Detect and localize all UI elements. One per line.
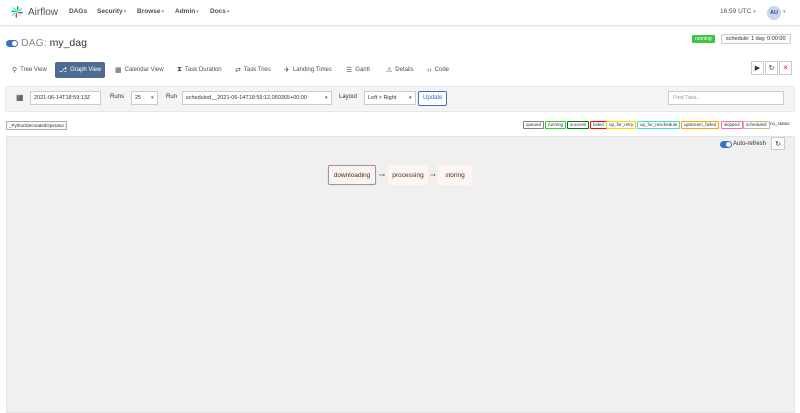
gantt-icon: ☰ (346, 67, 353, 74)
refresh-icon: ↻ (775, 140, 781, 148)
runs-value: 25 (135, 95, 142, 101)
tree-icon: ⚲ (12, 67, 18, 74)
tab-label: Tree View (20, 67, 47, 73)
warning-icon: ⚠ (386, 67, 393, 74)
run-value: scheduled__2021-06-14T18:59:12.050365+00… (186, 95, 307, 101)
edge-arrow (430, 174, 436, 176)
chevron-down-icon: ▾ (161, 9, 164, 15)
tab-label: Task Duration (184, 67, 222, 73)
legend-no-status: no_status (770, 121, 790, 126)
chevron-down-icon[interactable]: ▾ (783, 9, 786, 15)
tab-label: Details (395, 67, 414, 73)
auto-refresh-label: Auto-refresh (733, 141, 767, 147)
legend-scheduled: scheduled (743, 121, 770, 129)
nav-docs-label: Docs (210, 8, 226, 15)
edge-arrow (379, 174, 385, 176)
runs-label: Runs (110, 94, 125, 100)
tab-gantt[interactable]: ☰ Gantt (342, 62, 374, 78)
hourglass-icon: ⧗ (177, 66, 182, 73)
code-icon: ‹› (427, 66, 432, 74)
base-date-input[interactable]: 2021-06-14T18:59:13Z (30, 91, 101, 105)
graph-refresh-button[interactable]: ↻ (771, 137, 785, 150)
auto-refresh-toggle[interactable] (720, 141, 732, 148)
tab-details[interactable]: ⚠ Details (382, 62, 418, 78)
user-avatar[interactable]: AU (767, 6, 781, 20)
nav-browse[interactable]: Browse▾ (137, 8, 164, 15)
nav-browse-label: Browse (137, 8, 161, 15)
tab-label: Gantt (355, 67, 370, 73)
update-button[interactable]: Update (418, 91, 448, 106)
tab-code[interactable]: ‹› Code (423, 62, 453, 78)
plane-icon: ✈ (284, 67, 290, 74)
find-task-input[interactable]: Find Task... (668, 91, 784, 105)
top-navbar: Airflow DAGs Security▾ Browse▾ Admin▾ Do… (0, 0, 800, 26)
chevron-down-icon: ▾ (409, 95, 412, 101)
tab-label: Code (434, 67, 450, 73)
legend-failed: failed (590, 121, 607, 129)
retry-icon: ⇄ (235, 67, 241, 74)
tab-calendar-view[interactable]: ▦ Calendar View (111, 62, 168, 78)
delete-dag-button[interactable]: ✕ (779, 61, 792, 75)
server-time-label: 16:59 UTC (720, 8, 752, 15)
tab-task-duration[interactable]: ⧗ Task Duration (173, 62, 226, 78)
chevron-down-icon: ▾ (226, 9, 230, 15)
dag-prefix: DAG: (21, 37, 47, 49)
operator-badge: _PythonDecoratedOperator (6, 121, 68, 130)
tab-tree-view[interactable]: ⚲ Tree View (8, 62, 51, 78)
nav-security[interactable]: Security▾ (97, 8, 126, 15)
tab-label: Task Tries (243, 67, 271, 73)
task-node-downloading[interactable]: downloading (328, 165, 376, 185)
nav-dags-label: DAGs (69, 8, 88, 15)
tab-label: Graph View (70, 67, 102, 73)
run-label: Run (166, 94, 178, 100)
graph-icon: ⎇ (59, 67, 68, 74)
refresh-icon: ↻ (768, 65, 775, 72)
legend-running: running (545, 121, 567, 129)
calendar-icon[interactable]: ▦ (16, 93, 25, 102)
calendar-icon: ▦ (115, 67, 122, 74)
run-select[interactable]: scheduled__2021-06-14T18:59:12.050365+00… (182, 91, 332, 105)
layout-value: Left > Right (368, 95, 397, 101)
nav-security-label: Security (97, 8, 123, 15)
tab-task-tries[interactable]: ⇄ Task Tries (231, 62, 275, 78)
task-node-storing[interactable]: storing (438, 165, 472, 185)
nav-admin[interactable]: Admin▾ (175, 8, 199, 15)
refresh-dag-button[interactable]: ↻ (765, 61, 778, 75)
server-time[interactable]: 16:59 UTC ▾ (720, 8, 756, 15)
schedule-badge: schedule: 1 day, 0:00:00 (721, 34, 791, 44)
task-node-processing[interactable]: processing (388, 165, 428, 185)
chevron-down-icon: ▾ (753, 9, 756, 15)
page-title: DAG: my_dag (21, 37, 87, 49)
nav-admin-label: Admin (175, 8, 196, 15)
tab-landing-times[interactable]: ✈ Landing Times (280, 62, 336, 78)
play-icon: ▶ (754, 65, 761, 72)
dag-name: my_dag (49, 37, 87, 49)
tab-graph-view[interactable]: ⎇ Graph View (55, 62, 106, 78)
legend-success: success (567, 121, 590, 129)
legend-up-for-reschedule: up_for_reschedule (637, 121, 681, 129)
legend-queued: queued (523, 121, 545, 129)
dag-pause-toggle[interactable] (6, 40, 18, 47)
nav-docs[interactable]: Docs▾ (210, 8, 229, 15)
brand[interactable]: Airflow (10, 5, 58, 19)
nav-dags[interactable]: DAGs (69, 8, 87, 15)
airflow-pinwheel-icon (11, 6, 23, 18)
tab-label: Calendar View (124, 67, 164, 73)
chevron-down-icon: ▾ (123, 9, 127, 15)
chevron-down-icon: ▾ (196, 9, 199, 15)
dag-state-badge: running (692, 35, 715, 43)
chevron-down-icon: ▾ (325, 95, 328, 101)
trash-icon: ✕ (782, 65, 789, 72)
layout-label: Layout (339, 94, 358, 100)
brand-name: Airflow (28, 6, 59, 18)
trigger-dag-button[interactable]: ▶ (751, 61, 764, 75)
legend-skipped: skipped (721, 121, 743, 129)
tab-label: Landing Times (292, 67, 332, 73)
legend-up-for-retry: up_for_retry (606, 121, 637, 129)
legend-upstream-failed: upstream_failed (681, 121, 720, 129)
chevron-down-icon: ▾ (151, 95, 154, 101)
